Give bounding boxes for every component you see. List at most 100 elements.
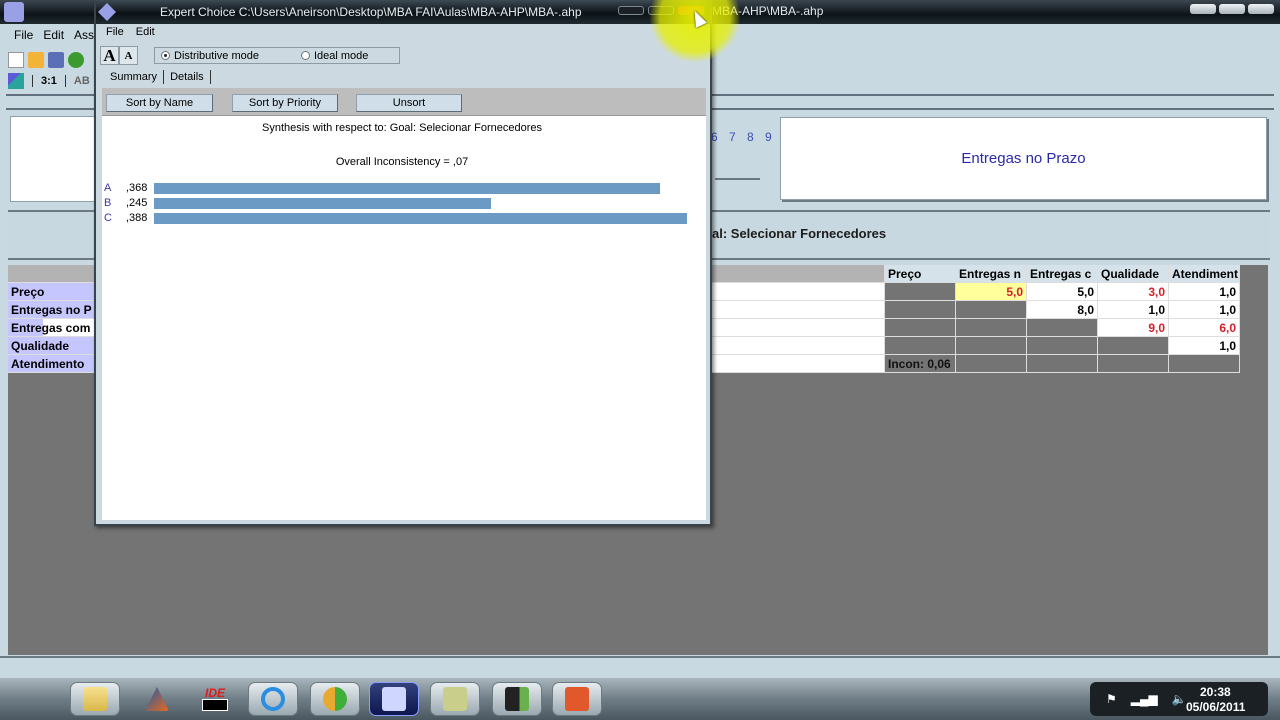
- row-header[interactable]: Entregas no P: [8, 301, 96, 319]
- matrix-cell-disabled: [1098, 355, 1169, 373]
- close-button[interactable]: [1248, 4, 1274, 14]
- column-header[interactable]: Atendiment: [1169, 265, 1240, 283]
- maximize-button[interactable]: [1219, 4, 1245, 14]
- app-logo-icon: [98, 3, 116, 21]
- comparison-right-label: Entregas no Prazo: [961, 150, 1086, 167]
- matrix-cell[interactable]: 3,0: [1098, 283, 1169, 301]
- mode-selector: Distributive mode Ideal mode: [154, 47, 400, 64]
- column-header[interactable]: Qualidade: [1098, 265, 1169, 283]
- matrix-cell-disabled: [956, 337, 1027, 355]
- row-header[interactable]: Preço: [8, 283, 96, 301]
- table-row: 9,0 6,0: [712, 319, 1242, 337]
- matrix-cell-disabled: [1169, 355, 1240, 373]
- row-header[interactable]: Entregas com: [8, 319, 96, 337]
- folder-icon: [83, 687, 107, 711]
- row-label-cell: [712, 337, 885, 355]
- column-header[interactable]: Preço: [885, 265, 956, 283]
- tree-view-icon[interactable]: [8, 73, 24, 89]
- ideal-mode-label: Ideal mode: [313, 49, 369, 62]
- signal-icon[interactable]: ▂▄▆: [1131, 692, 1158, 706]
- increase-font-button[interactable]: A: [100, 46, 119, 65]
- table-row: 5,0 5,0 3,0 1,0: [712, 283, 1242, 301]
- matrix-cell[interactable]: 6,0: [1169, 319, 1240, 337]
- matrix-cell[interactable]: 1,0: [1169, 283, 1240, 301]
- sort-by-priority-button[interactable]: Sort by Priority: [232, 94, 338, 112]
- menu-file[interactable]: File: [106, 26, 124, 38]
- matrix-cell-disabled: [1027, 337, 1098, 355]
- new-file-icon[interactable]: [8, 52, 24, 68]
- dialog-menubar: File Edit: [106, 26, 155, 38]
- row-header[interactable]: Qualidade: [8, 337, 96, 355]
- main-caption-buttons: [1190, 4, 1274, 14]
- inconsistency-readout: Incon: 0,06: [885, 355, 956, 373]
- main-tabs: 3:1 AB: [8, 72, 90, 90]
- messenger-icon: [323, 687, 347, 711]
- powerpoint-icon: [565, 687, 589, 711]
- flag-icon[interactable]: ⚑: [1106, 692, 1117, 706]
- matrix-cell[interactable]: 8,0: [1027, 301, 1098, 319]
- menu-edit[interactable]: Edit: [136, 26, 155, 38]
- unsort-button[interactable]: Unsort: [356, 94, 462, 112]
- comparison-scale-slider[interactable]: [715, 150, 760, 180]
- sort-by-name-button[interactable]: Sort by Name: [106, 94, 213, 112]
- clock-time[interactable]: 20:38: [1200, 685, 1231, 699]
- scales-icon: [382, 687, 406, 711]
- dialog-tabs: Summary Details: [104, 70, 211, 84]
- internet-explorer-icon: [261, 687, 285, 711]
- alternative-name: C: [104, 212, 112, 224]
- overall-inconsistency: Overall Inconsistency = ,07: [335, 156, 469, 168]
- distributive-mode-label: Distributive mode: [174, 49, 259, 62]
- column-header[interactable]: Entregas c: [1027, 265, 1098, 283]
- priority-bar: [154, 197, 491, 209]
- alternative-row: B ,245: [104, 197, 491, 209]
- app-logo-icon: [4, 2, 24, 22]
- undo-arrow-icon[interactable]: [68, 52, 84, 68]
- taskbar-powerpoint[interactable]: [552, 682, 602, 716]
- column-header[interactable]: Entregas n: [956, 265, 1027, 283]
- save-icon[interactable]: [48, 52, 64, 68]
- matrix-cell[interactable]: 5,0: [1027, 283, 1098, 301]
- taskbar-sticky-notes[interactable]: [430, 682, 480, 716]
- matrix-cell[interactable]: 1,0: [1169, 301, 1240, 319]
- matrix-cell-diagonal: [885, 283, 956, 301]
- taskbar-expert-choice[interactable]: [369, 682, 419, 716]
- priority-bar: [154, 182, 660, 194]
- matrix-cell-diagonal: [1098, 337, 1169, 355]
- matrix-cell[interactable]: 1,0: [1169, 337, 1240, 355]
- tab-pairwise-numeric[interactable]: 3:1: [32, 75, 66, 87]
- taskbar-messenger[interactable]: [310, 682, 360, 716]
- taskbar-camcorder[interactable]: [492, 682, 542, 716]
- decrease-font-button[interactable]: A: [119, 46, 138, 65]
- row-header[interactable]: Atendimento: [8, 355, 96, 373]
- minimize-button[interactable]: [1190, 4, 1216, 14]
- comparison-scale-numbers[interactable]: 6 7 8 9: [711, 130, 776, 144]
- dialog-titlebar[interactable]: Expert Choice C:\Users\Aneirson\Desktop\…: [96, 0, 710, 24]
- volume-icon[interactable]: 🔈: [1172, 692, 1187, 706]
- taskbar-internet-explorer[interactable]: [248, 682, 298, 716]
- taskbar-file-explorer[interactable]: [70, 682, 120, 716]
- distributive-mode-radio[interactable]: Distributive mode: [161, 50, 259, 62]
- menu-file[interactable]: File: [14, 28, 33, 48]
- menu-edit[interactable]: Edit: [43, 28, 64, 48]
- taskbar-matlab[interactable]: [132, 682, 182, 716]
- minimize-button[interactable]: [618, 6, 644, 15]
- synthesis-title: Synthesis with respect to: Goal: Selecio…: [261, 122, 543, 134]
- open-folder-icon[interactable]: [28, 52, 44, 68]
- tab-summary[interactable]: Summary: [104, 70, 165, 84]
- matrix-cell-disabled: [885, 337, 956, 355]
- ideal-mode-radio[interactable]: Ideal mode: [300, 49, 369, 62]
- matrix-cell[interactable]: 1,0: [1098, 301, 1169, 319]
- tab-details[interactable]: Details: [164, 70, 211, 84]
- clock-date[interactable]: 05/06/2011: [1186, 700, 1245, 714]
- tab-pairwise-verbal[interactable]: AB: [74, 75, 90, 87]
- matrix-cell-selected[interactable]: 5,0: [956, 283, 1027, 301]
- alternative-name: B: [104, 197, 112, 209]
- taskbar-ide[interactable]: IDE: [190, 682, 240, 716]
- matrix-cell-disabled: [956, 319, 1027, 337]
- priority-bar: [154, 212, 687, 224]
- maximize-button[interactable]: [648, 6, 674, 15]
- matrix-cell[interactable]: 9,0: [1098, 319, 1169, 337]
- alternative-row: C ,388: [104, 212, 687, 224]
- matrix-cell-disabled: [956, 355, 1027, 373]
- table-row: 8,0 1,0 1,0: [712, 301, 1242, 319]
